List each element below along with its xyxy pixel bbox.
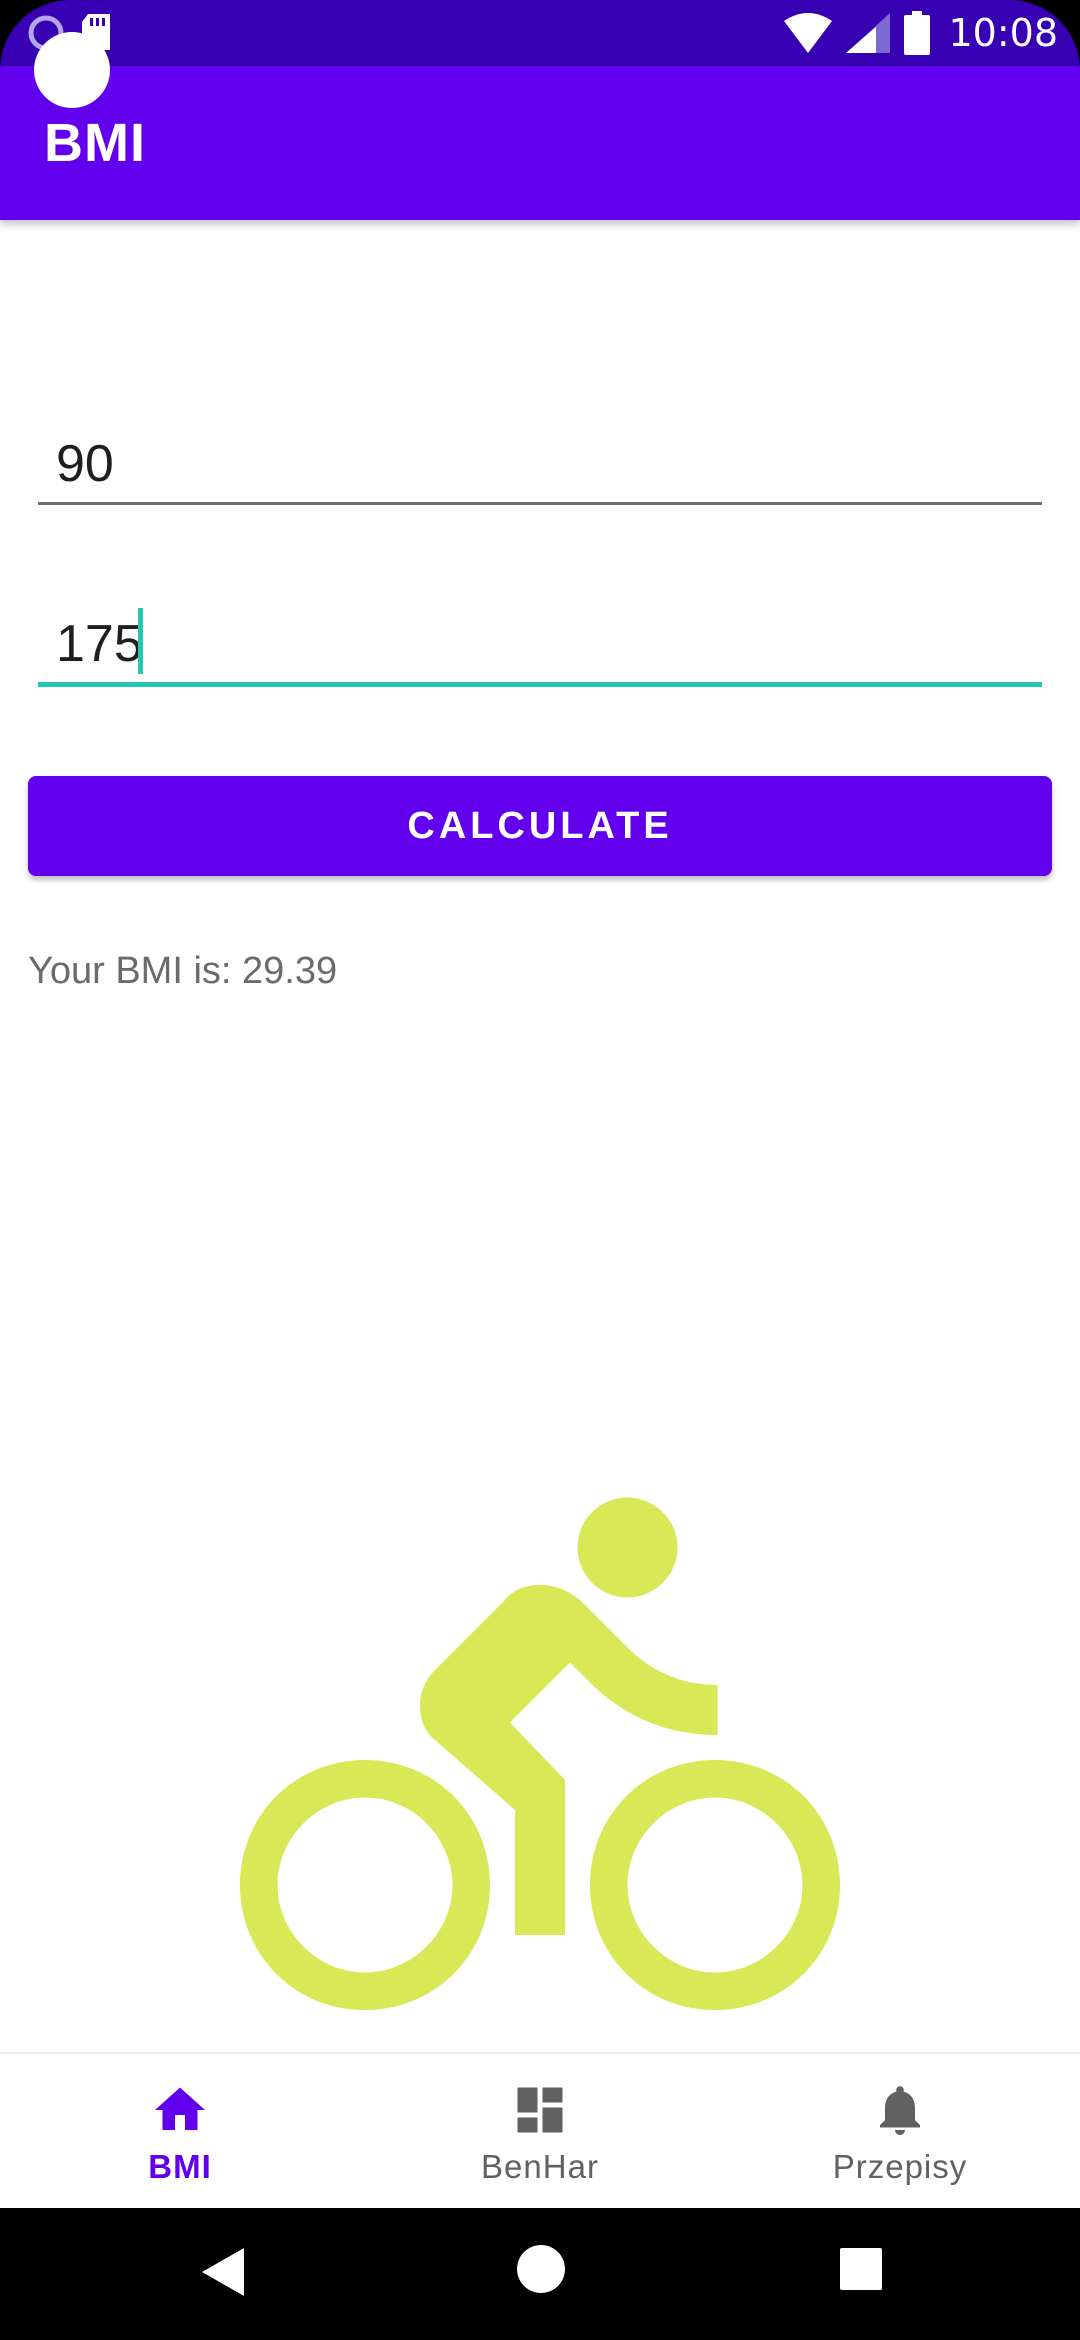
system-navigation-bar: [0, 2208, 1080, 2340]
bmi-result-text: Your BMI is: 29.39: [28, 950, 338, 992]
height-field[interactable]: [38, 592, 1042, 687]
bell-icon: [880, 2086, 920, 2135]
recents-icon[interactable]: [838, 2246, 884, 2292]
status-right-icons: 10:08: [784, 8, 1058, 58]
dashboard-icon: [517, 2087, 563, 2133]
nav-label-benhar: BenHar: [481, 2148, 599, 2185]
back-icon[interactable]: [196, 2244, 248, 2300]
app-title: BMI: [44, 113, 146, 173]
bottom-navigation: BMI BenHar Przepisy: [0, 2052, 1080, 2210]
app-bar: BMI: [0, 66, 1080, 220]
nav-item-bmi[interactable]: BMI: [0, 2054, 360, 2210]
status-bar: 10:08: [0, 0, 1080, 108]
status-time: 10:08: [948, 11, 1058, 55]
bike-icon: [240, 1497, 840, 2010]
weight-input[interactable]: [56, 434, 1016, 494]
signal-icon: [846, 13, 891, 53]
phone-screen: 10:08 BMI CALCULATE Your BMI is: 29.39 B…: [0, 0, 1080, 2340]
calculate-button[interactable]: CALCULATE: [28, 776, 1052, 876]
height-input[interactable]: [56, 614, 1016, 674]
nav-item-benhar[interactable]: BenHar: [360, 2054, 720, 2210]
home-icon: [155, 2087, 205, 2130]
home-circle-icon[interactable]: [516, 2244, 566, 2294]
nav-item-przepisy[interactable]: Przepisy: [720, 2054, 1080, 2210]
text-cursor: [138, 608, 143, 674]
camera-cutout: [34, 32, 110, 108]
weight-field[interactable]: [38, 412, 1042, 505]
nav-label-przepisy: Przepisy: [832, 2148, 968, 2185]
wifi-icon: [784, 13, 833, 53]
main-content: CALCULATE Your BMI is: 29.39: [0, 220, 1080, 2052]
battery-icon: [904, 11, 931, 55]
nav-label-bmi: BMI: [148, 2148, 212, 2185]
